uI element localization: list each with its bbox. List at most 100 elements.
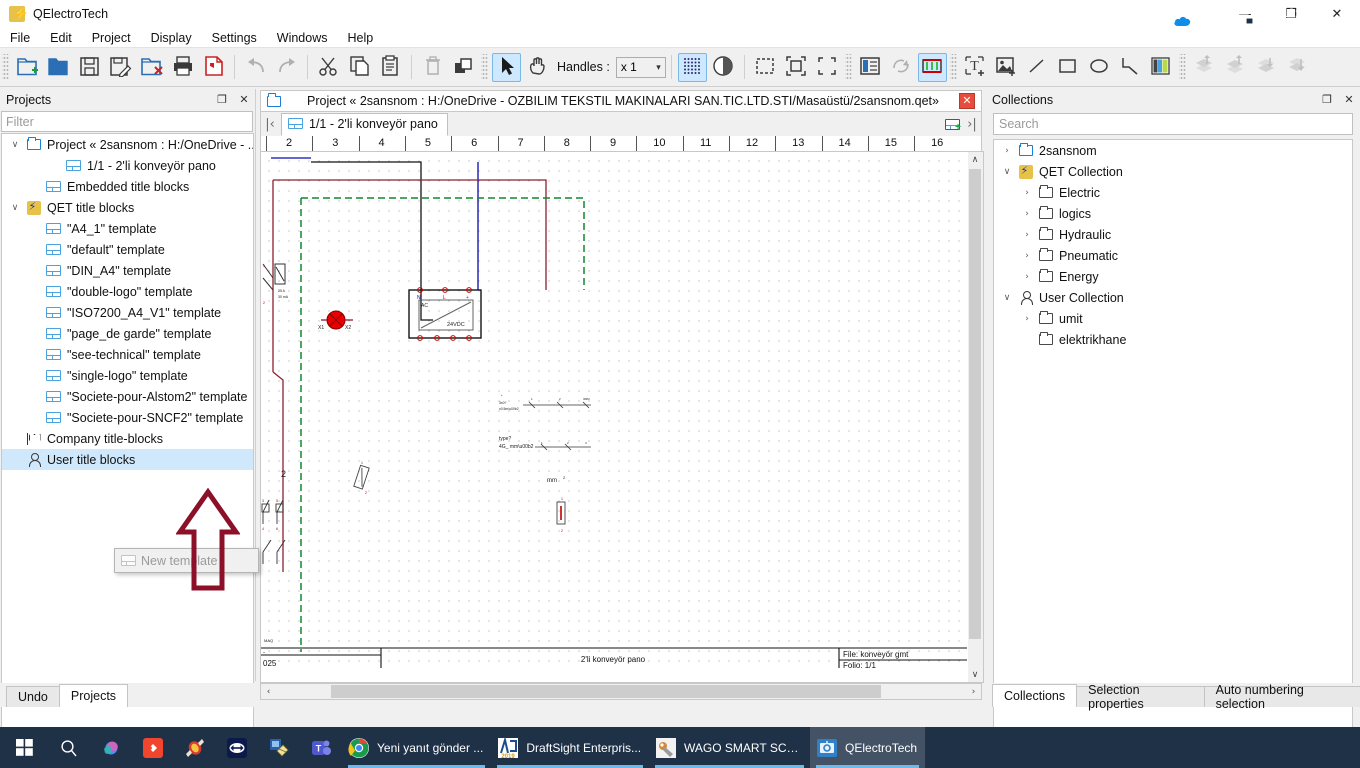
toolbar-grip[interactable] [2, 54, 9, 80]
zoom-selection-button[interactable] [751, 53, 780, 82]
copy-button[interactable] [345, 53, 374, 82]
tab-nav-last-icon[interactable]: ›| [963, 113, 981, 135]
blue-oval-icon[interactable] [216, 727, 258, 768]
tab-auto-numbering[interactable]: Auto numbering selection [1204, 686, 1360, 707]
tab-nav-first-icon[interactable]: |‹ [261, 113, 279, 135]
network-icon[interactable] [1230, 13, 1261, 28]
collection-item-hydraulic[interactable]: ›Hydraulic [994, 224, 1352, 245]
projects-filter-input[interactable] [1, 111, 253, 132]
scroll-down-arrow[interactable]: ∨ [968, 667, 982, 682]
tab-selection-properties[interactable]: Selection properties [1076, 686, 1204, 707]
open-project-button[interactable] [44, 53, 73, 82]
new-project-button[interactable] [13, 53, 42, 82]
collections-search-input[interactable] [993, 113, 1353, 135]
add-diagram-icon[interactable]: + [941, 113, 963, 135]
teams-icon[interactable]: T [300, 727, 342, 768]
add-ellipse-button[interactable] [1085, 53, 1114, 82]
chevron-down-icon[interactable]: ∨ [6, 140, 24, 150]
copilot-icon[interactable] [90, 727, 132, 768]
chevron-right-icon[interactable]: › [1018, 230, 1036, 240]
toolbar-grip[interactable] [845, 54, 852, 80]
tree-item-template-see-technical[interactable]: "see-technical" template [2, 344, 253, 365]
save-button[interactable] [75, 53, 104, 82]
red-diamond-icon[interactable] [132, 727, 174, 768]
menu-item-file[interactable]: File [0, 29, 40, 47]
paste-button[interactable] [376, 53, 405, 82]
volume-icon[interactable] [1199, 13, 1230, 28]
scroll-up-arrow[interactable]: ∧ [968, 152, 982, 167]
add-table-button[interactable] [1147, 53, 1176, 82]
collections-float-icon[interactable]: ❐ [1316, 90, 1338, 109]
save-as-button[interactable] [106, 53, 135, 82]
chevron-right-icon[interactable]: › [998, 146, 1016, 156]
collection-item-pneumatic[interactable]: ›Pneumatic [994, 245, 1352, 266]
search-icon[interactable] [48, 727, 90, 768]
projects-tree[interactable]: ∨Project « 2sansnom : H:/OneDrive - ...1… [1, 133, 254, 768]
tree-item-qet-title-blocks[interactable]: ∨QET title blocks [2, 197, 253, 218]
add-image-button[interactable] [992, 53, 1021, 82]
select-tool-button[interactable] [492, 53, 521, 82]
taskbar-chrome[interactable]: Yeni yanıt gönder ... [342, 727, 491, 768]
tree-item-template-sncf2[interactable]: "Societe-pour-SNCF2" template [2, 407, 253, 428]
onedrive-icon[interactable] [1166, 13, 1199, 28]
menu-item-help[interactable]: Help [338, 29, 384, 47]
projects-float-icon[interactable]: ❐ [211, 90, 233, 109]
document-close-button[interactable]: ✕ [959, 93, 975, 109]
taskbar-draftsight[interactable]: 2019DraftSight Enterpris... [491, 727, 649, 768]
tree-item-embedded-title-blocks[interactable]: Embedded title blocks [2, 176, 253, 197]
tree-item-template-alstom2[interactable]: "Societe-pour-Alstom2" template [2, 386, 253, 407]
collections-tree[interactable]: ›2sansnom∨QET Collection›Electric›logics… [993, 139, 1353, 766]
zoom-reset-button[interactable] [813, 53, 842, 82]
diagram-canvas[interactable]: AC 24VDC N L + [261, 152, 967, 668]
tree-item-template-double-logo[interactable]: "double-logo" template [2, 281, 253, 302]
document-tab-konveyor-pano[interactable]: 1/1 - 2'li konveyör pano [281, 113, 448, 136]
tree-item-template-default[interactable]: "default" template [2, 239, 253, 260]
clock[interactable]: 13:28 8.01.2025 [1261, 7, 1332, 35]
tray-chevron-icon[interactable]: ∧ [1142, 13, 1166, 28]
print-button[interactable] [168, 53, 197, 82]
toolbar-grip[interactable] [481, 54, 488, 80]
toolbar-grip[interactable] [1179, 54, 1186, 80]
tree-item-user-title-blocks[interactable]: User title blocks [2, 449, 253, 470]
vertical-scroll-thumb[interactable] [969, 169, 981, 639]
menu-item-settings[interactable]: Settings [202, 29, 267, 47]
tree-item-diagram[interactable]: 1/1 - 2'li konveyör pano [2, 155, 253, 176]
menu-item-windows[interactable]: Windows [267, 29, 338, 47]
handles-select[interactable]: x 1▾ [616, 57, 666, 78]
diagram-canvas-viewport[interactable]: AC 24VDC N L + [260, 151, 982, 683]
chevron-down-icon[interactable]: ∨ [998, 293, 1016, 303]
tree-item-template-a4-1[interactable]: "A4_1" template [2, 218, 253, 239]
cut-button[interactable] [314, 53, 343, 82]
menu-item-display[interactable]: Display [141, 29, 202, 47]
collection-item-electric[interactable]: ›Electric [994, 182, 1352, 203]
collection-item-logics[interactable]: ›logics [994, 203, 1352, 224]
canvas-horizontal-scrollbar[interactable]: ‹ › [260, 683, 982, 700]
terminal-strip-button[interactable] [918, 53, 947, 82]
tree-item-template-din-a4[interactable]: "DIN_A4" template [2, 260, 253, 281]
duplicate-button[interactable] [449, 53, 478, 82]
scroll-right-arrow[interactable]: › [966, 684, 981, 699]
toggle-grid-button[interactable] [678, 53, 707, 82]
add-text-button[interactable]: T [961, 53, 990, 82]
chevron-right-icon[interactable]: › [1018, 188, 1036, 198]
menu-item-edit[interactable]: Edit [40, 29, 82, 47]
taskbar-qelectrotech[interactable]: QElectroTech [810, 727, 925, 768]
chevron-right-icon[interactable]: › [1018, 314, 1036, 324]
zoom-fit-button[interactable] [782, 53, 811, 82]
close-project-button[interactable] [137, 53, 166, 82]
tree-item-company-title-blocks[interactable]: Company title-blocks [2, 428, 253, 449]
collection-item-qet[interactable]: ∨QET Collection [994, 161, 1352, 182]
add-rectangle-button[interactable] [1054, 53, 1083, 82]
menu-item-project[interactable]: Project [82, 29, 141, 47]
edit-element-button[interactable] [856, 53, 885, 82]
tree-item-project[interactable]: ∨Project « 2sansnom : H:/OneDrive - ... [2, 134, 253, 155]
tab-undo[interactable]: Undo [6, 686, 60, 707]
collections-close-icon[interactable]: ✕ [1338, 90, 1360, 109]
scroll-left-arrow[interactable]: ‹ [261, 684, 276, 699]
collection-item-2sansnom[interactable]: ›2sansnom [994, 140, 1352, 161]
projects-close-icon[interactable]: ✕ [233, 90, 255, 109]
canvas-vertical-scrollbar[interactable]: ∧ ∨ [968, 151, 984, 683]
candy-icon[interactable] [174, 727, 216, 768]
chevron-right-icon[interactable]: › [1018, 272, 1036, 282]
collection-item-energy[interactable]: ›Energy [994, 266, 1352, 287]
